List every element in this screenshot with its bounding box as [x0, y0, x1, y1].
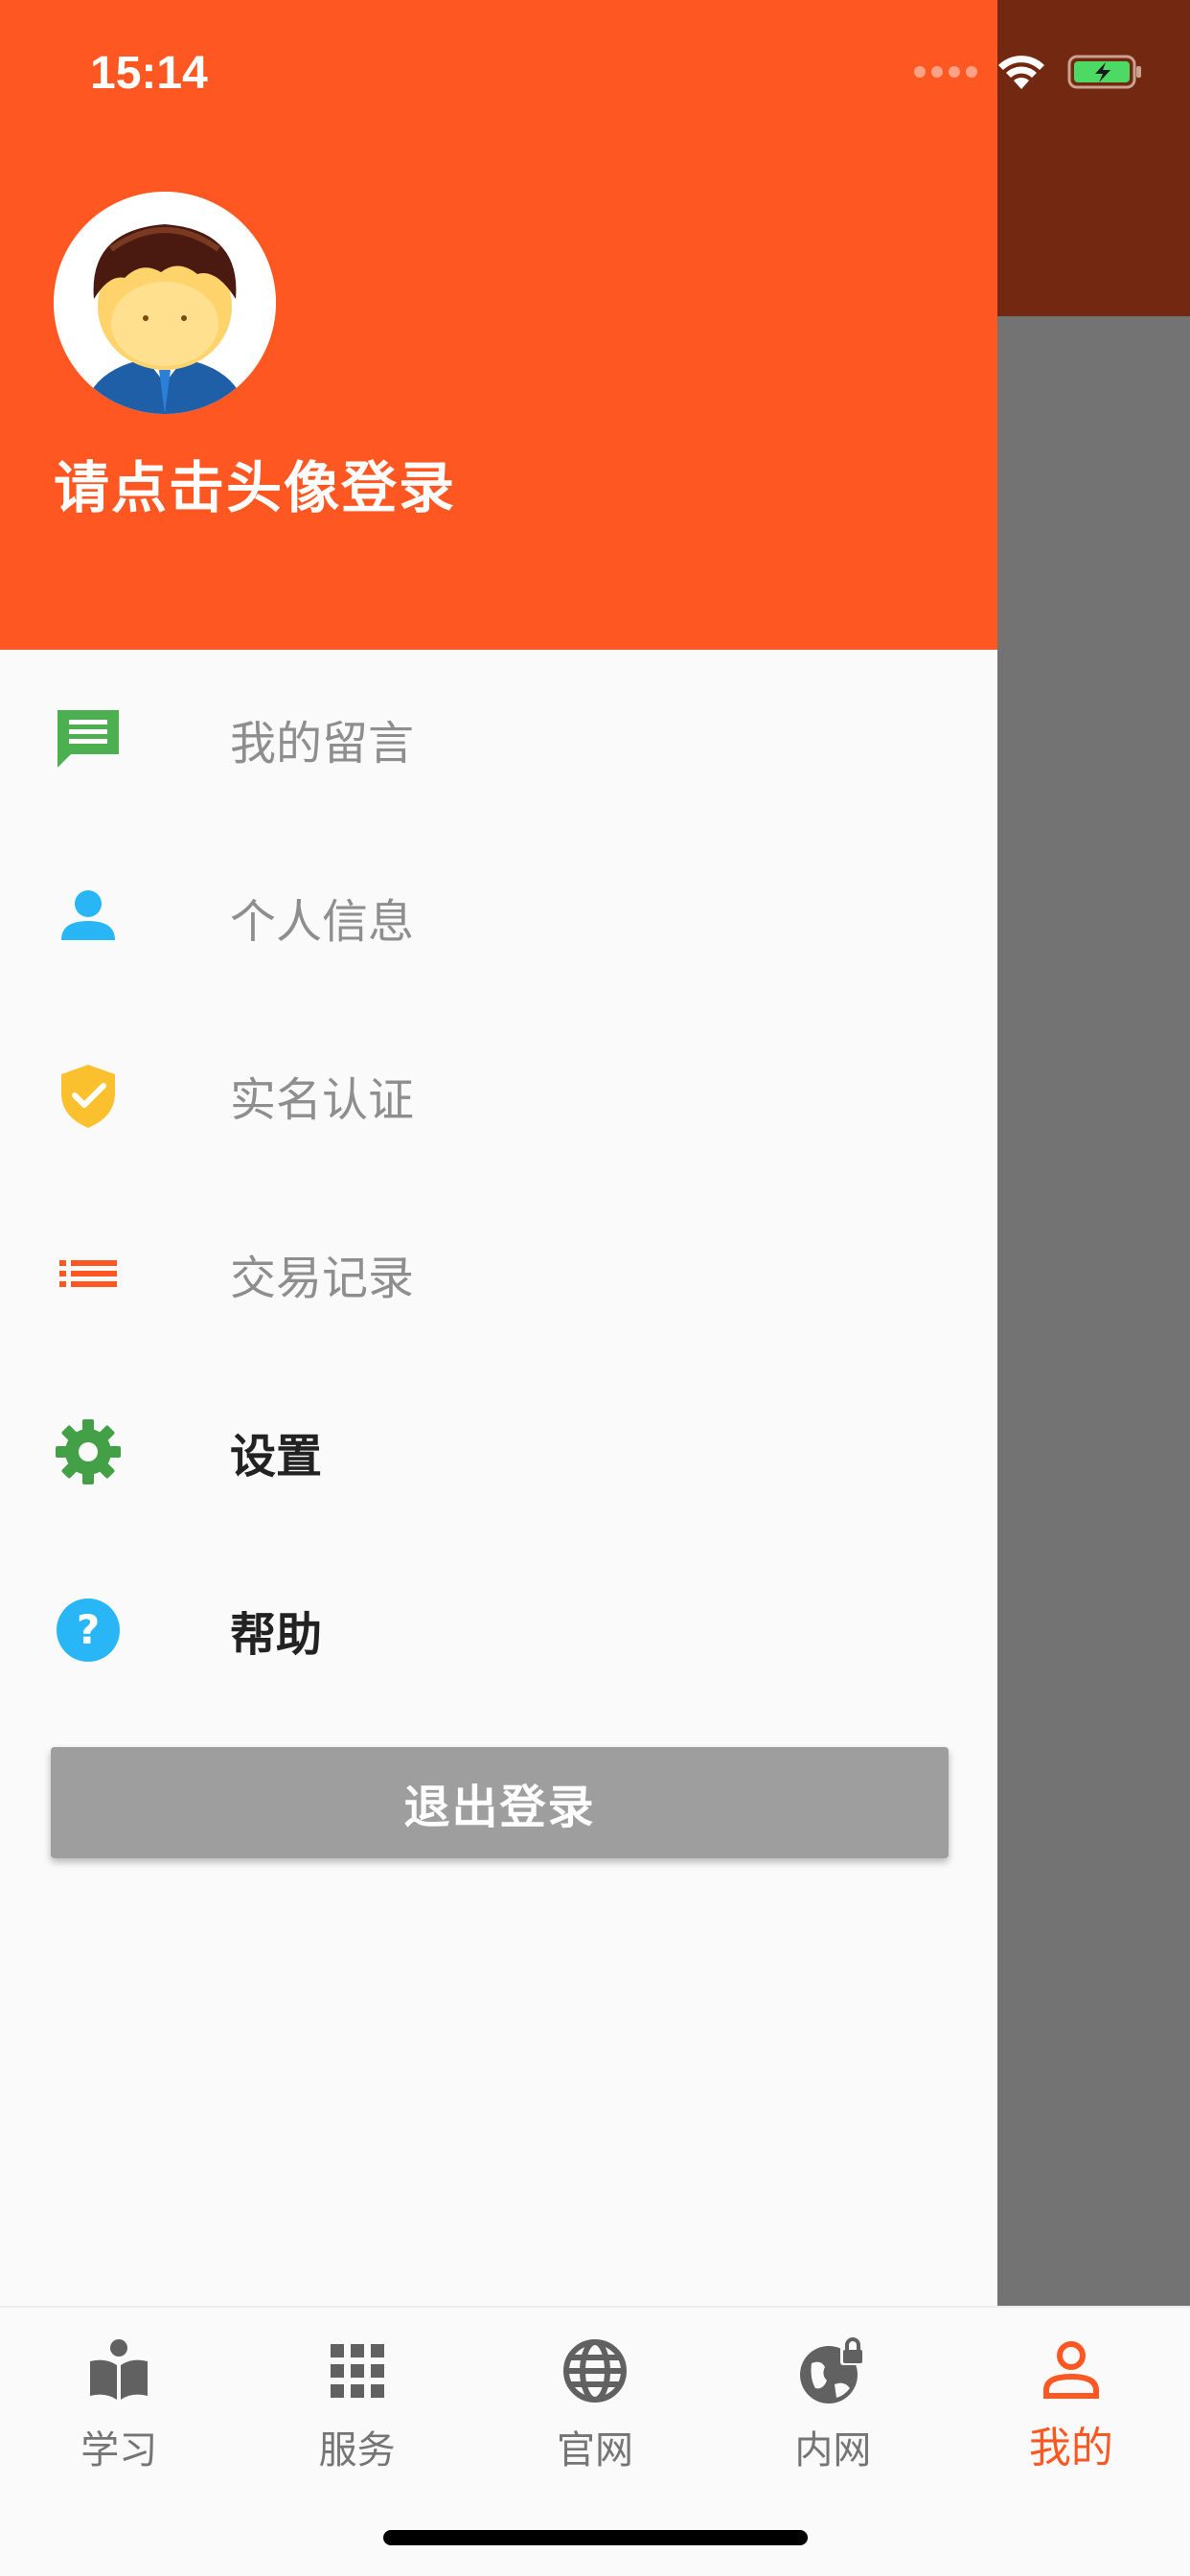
menu-item-label: 我的留言 — [230, 717, 415, 770]
menu-item-verification[interactable]: 实名认证 — [0, 1006, 997, 1184]
tab-label: 学习 — [80, 2428, 158, 2472]
tab-study[interactable]: 学习 — [0, 2308, 238, 2499]
drawer-scrim[interactable] — [997, 316, 1190, 2306]
login-hint-text[interactable]: 请点击头像登录 — [54, 443, 456, 523]
menu-item-profile[interactable]: 个人信息 — [0, 828, 997, 1006]
status-time: 15:14 — [90, 48, 208, 99]
menu-item-label: 交易记录 — [230, 1252, 415, 1305]
help-icon: ? — [54, 1596, 123, 1665]
logout-button[interactable]: 退出登录 — [51, 1747, 949, 1858]
menu-item-messages[interactable]: 我的留言 — [0, 650, 997, 828]
navigation-drawer: 请点击头像登录 我的留言 个人信息 实名认证 交易记录 设置 ? 帮助 退出登录 — [0, 0, 997, 2306]
status-indicators — [914, 48, 1144, 96]
menu-item-transactions[interactable]: 交易记录 — [0, 1184, 997, 1363]
menu-item-settings[interactable]: 设置 — [0, 1363, 997, 1541]
list-icon — [54, 1239, 123, 1308]
person-icon — [54, 883, 123, 952]
tab-services[interactable]: 服务 — [238, 2308, 475, 2499]
tab-official-site[interactable]: 官网 — [476, 2308, 714, 2499]
home-indicator[interactable] — [383, 2530, 808, 2545]
message-icon — [54, 704, 123, 773]
wifi-icon — [998, 56, 1044, 89]
drawer-menu: 我的留言 个人信息 实名认证 交易记录 设置 ? 帮助 — [0, 650, 997, 1719]
menu-item-label: 帮助 — [230, 1608, 323, 1662]
verified-shield-icon — [54, 1061, 123, 1130]
menu-item-label: 实名认证 — [230, 1073, 415, 1127]
book-icon — [82, 2334, 155, 2407]
globe-icon — [559, 2334, 631, 2407]
tab-intranet[interactable]: 内网 — [714, 2308, 951, 2499]
apps-grid-icon — [321, 2334, 394, 2407]
cellular-signal-icon — [914, 66, 977, 78]
user-icon — [1035, 2334, 1108, 2407]
battery-icon — [1067, 55, 1141, 89]
gear-icon — [54, 1417, 123, 1486]
menu-item-label: 设置 — [230, 1430, 323, 1484]
menu-item-help[interactable]: ? 帮助 — [0, 1541, 997, 1719]
tab-label: 服务 — [318, 2428, 396, 2472]
tab-label: 官网 — [557, 2428, 634, 2472]
globe-lock-icon — [796, 2334, 869, 2407]
cartoon-avatar-icon — [54, 192, 276, 414]
menu-item-label: 个人信息 — [230, 895, 415, 949]
tab-mine[interactable]: 我的 — [952, 2308, 1190, 2499]
svg-text:?: ? — [77, 1606, 100, 1653]
tab-label: 我的 — [1028, 2424, 1113, 2472]
tab-label: 内网 — [794, 2428, 872, 2472]
avatar[interactable] — [54, 192, 276, 414]
